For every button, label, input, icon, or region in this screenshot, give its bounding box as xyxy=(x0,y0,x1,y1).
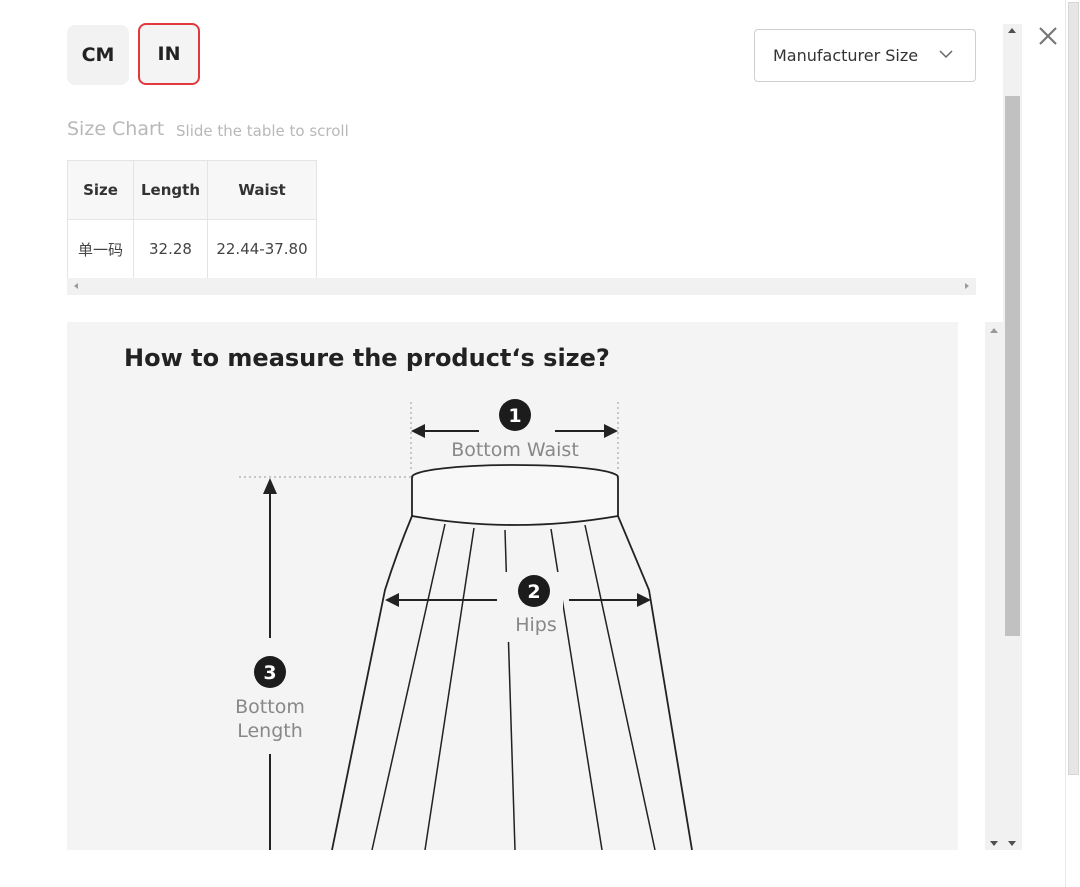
column-header-length: Length xyxy=(133,160,208,220)
table-cell-waist: 22.44-37.80 xyxy=(207,219,317,279)
marker-1-number: 1 xyxy=(508,405,521,427)
table-row: 单一码 32.28 22.44-37.80 xyxy=(67,219,317,279)
measure-guide-panel: How to measure the product‘s size? 1 Bot… xyxy=(67,322,958,850)
page-scrollbar[interactable] xyxy=(1065,0,1080,887)
column-header-waist: Waist xyxy=(207,160,317,220)
size-chart-title: Size Chart xyxy=(67,118,165,140)
chevron-down-icon xyxy=(939,50,953,59)
marker-2-label: Hips xyxy=(515,614,557,636)
close-icon[interactable] xyxy=(1036,24,1060,48)
marker-3-label-line1: Bottom xyxy=(235,696,305,718)
page-scrollbar-thumb[interactable] xyxy=(1068,2,1079,775)
marker-2-number: 2 xyxy=(527,581,540,603)
table-cell-size: 单一码 xyxy=(67,219,134,279)
table-cell-length: 32.28 xyxy=(133,219,208,279)
scroll-up-arrow-icon[interactable] xyxy=(1008,28,1016,33)
size-chart-hint: Slide the table to scroll xyxy=(176,122,349,140)
marker-3-label-line2: Length xyxy=(237,720,303,742)
measure-panel-scrollbar[interactable] xyxy=(985,322,1003,850)
scroll-left-arrow-icon[interactable] xyxy=(74,283,78,289)
size-type-select[interactable]: Manufacturer Size xyxy=(754,29,976,82)
scroll-right-arrow-icon[interactable] xyxy=(965,283,969,289)
unit-in-button[interactable]: IN xyxy=(138,23,200,85)
scroll-up-arrow-icon[interactable] xyxy=(990,328,998,333)
table-horizontal-scrollbar[interactable] xyxy=(67,278,976,295)
modal-scrollbar[interactable] xyxy=(1003,24,1022,850)
skirt-measure-diagram: 1 Bottom Waist 2 Hips 3 Bottom Length xyxy=(235,399,693,850)
marker-3-number: 3 xyxy=(263,662,276,684)
scroll-down-arrow-icon[interactable] xyxy=(990,841,998,846)
size-type-select-value: Manufacturer Size xyxy=(773,46,919,65)
marker-1-label: Bottom Waist xyxy=(451,439,579,461)
table-header-row: Size Length Waist xyxy=(67,160,317,220)
scrollbar-thumb[interactable] xyxy=(1005,96,1020,636)
scroll-down-arrow-icon[interactable] xyxy=(1008,841,1016,846)
unit-cm-button[interactable]: CM xyxy=(67,25,129,85)
column-header-size: Size xyxy=(67,160,134,220)
size-table: Size Length Waist 单一码 32.28 22.44-37.80 xyxy=(67,160,317,279)
